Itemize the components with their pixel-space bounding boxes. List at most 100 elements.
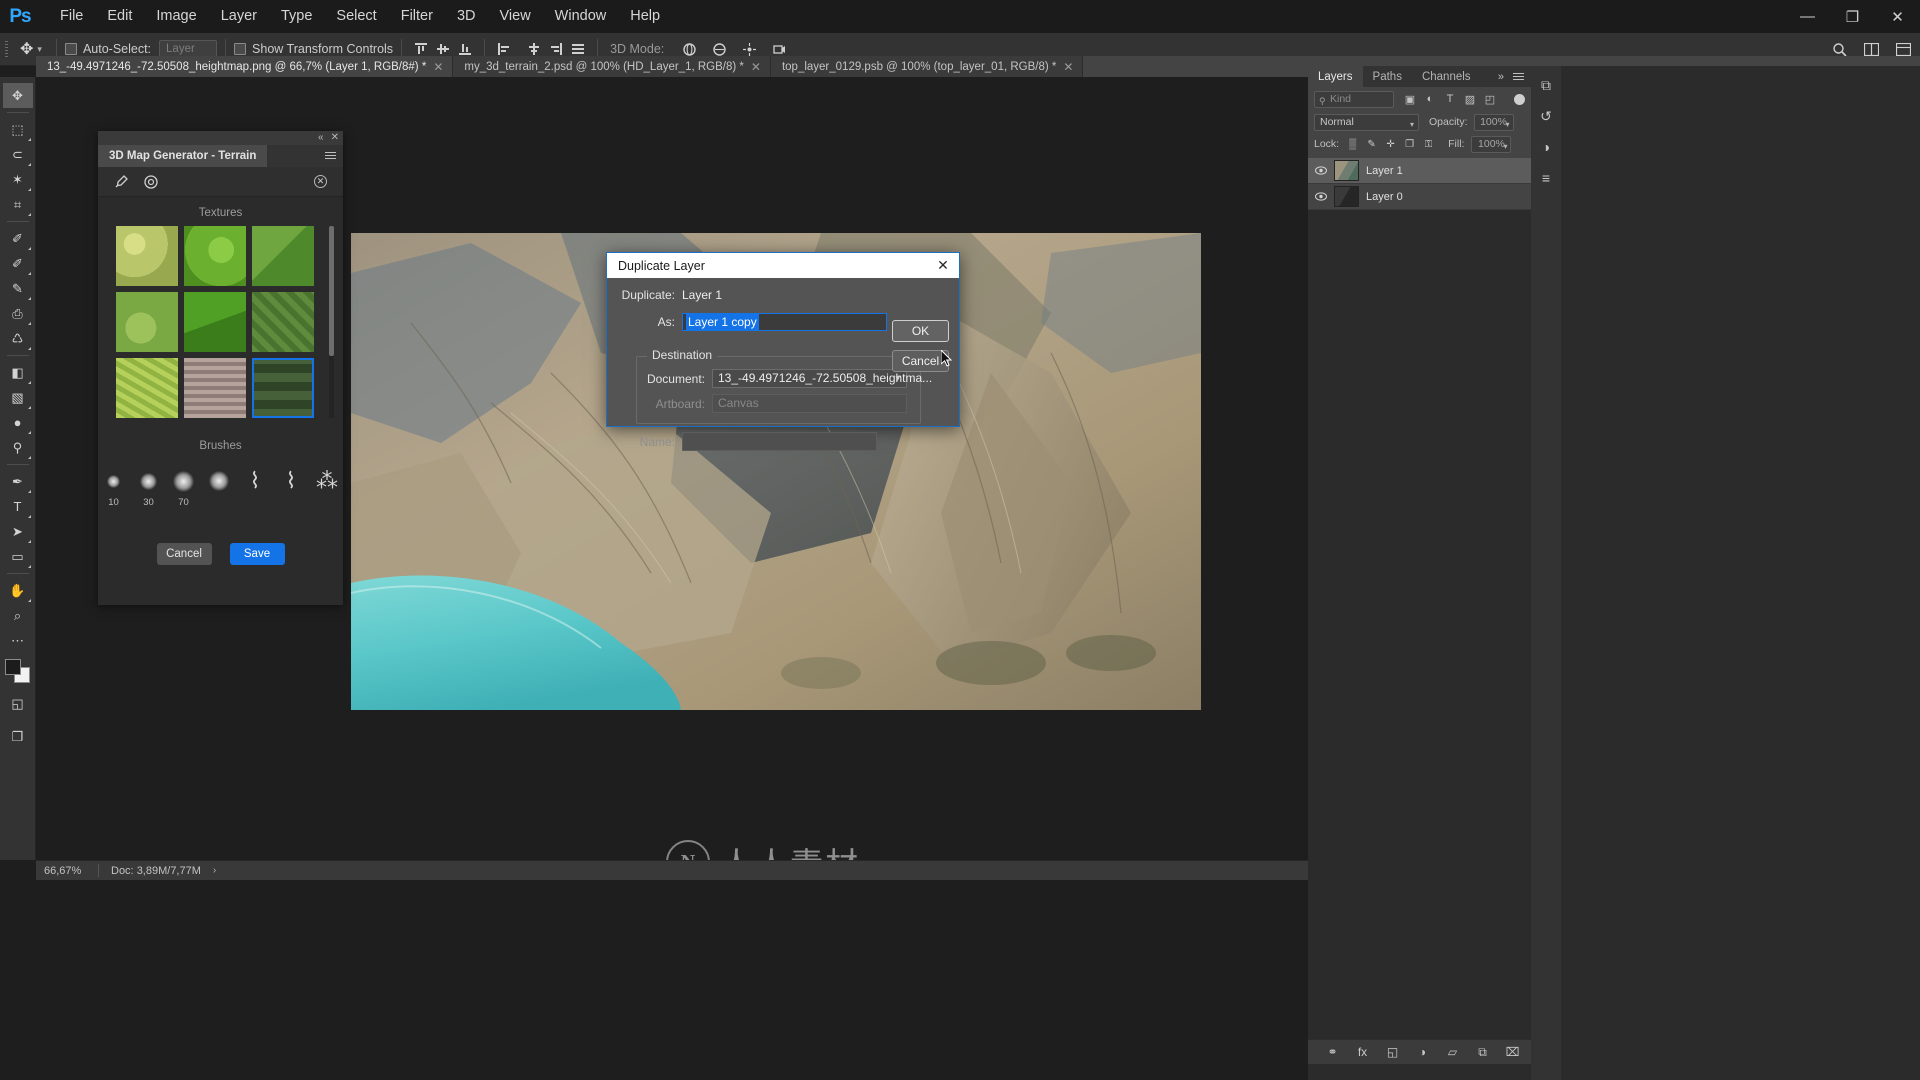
spot-healing-brush-tool[interactable]: ✐ — [3, 251, 33, 276]
eyedropper-icon[interactable] — [112, 173, 130, 191]
lasso-tool[interactable]: ⊂ — [3, 142, 33, 167]
brush-stroke-1[interactable]: ⌇ — [241, 467, 269, 495]
tab-paths[interactable]: Paths — [1363, 66, 1412, 87]
properties-panel-icon[interactable]: ≡ — [1535, 168, 1557, 188]
layers-panel-icon[interactable]: ⧉ — [1535, 75, 1557, 95]
screen-mode-icon[interactable]: ❐ — [3, 724, 33, 749]
filter-pixel-icon[interactable]: ▣ — [1403, 92, 1417, 106]
close-panel-icon[interactable]: ✕ — [331, 133, 339, 143]
link-layers-icon[interactable]: ⚭ — [1325, 1045, 1340, 1060]
menu-item-3d[interactable]: 3D — [445, 0, 488, 33]
menu-item-filter[interactable]: Filter — [389, 0, 445, 33]
document-dropdown[interactable]: 13_-49.4971246_-72.50508_heightma... ▾ — [712, 369, 932, 388]
filter-toggle-switch[interactable] — [1514, 93, 1525, 105]
show-transform-checkbox[interactable] — [234, 43, 247, 55]
dialog-title-bar[interactable]: Duplicate Layer ✕ — [607, 253, 959, 278]
panel-save-button[interactable]: Save — [229, 543, 285, 565]
filter-kind-dropdown[interactable]: ⚲ Kind — [1314, 90, 1394, 108]
tab-layers[interactable]: Layers — [1308, 66, 1363, 87]
menu-item-edit[interactable]: Edit — [95, 0, 144, 33]
close-tab-icon[interactable]: ✕ — [433, 61, 443, 73]
lock-transparent-pixels-icon[interactable]: ▒ — [1346, 138, 1359, 151]
eyedropper-tool[interactable]: ✐ — [3, 226, 33, 251]
auto-select-checkbox[interactable] — [64, 43, 77, 55]
name-field[interactable] — [682, 432, 877, 451]
menu-item-image[interactable]: Image — [144, 0, 208, 33]
panel-menu-icon[interactable] — [1513, 72, 1524, 81]
options-bar-grip[interactable] — [0, 33, 12, 66]
menu-item-view[interactable]: View — [488, 0, 543, 33]
filter-shape-icon[interactable]: ▨ — [1463, 92, 1477, 106]
rectangle-tool[interactable]: ▭ — [3, 544, 33, 569]
chevron-down-icon[interactable]: ▾ — [1503, 139, 1507, 154]
quick-selection-tool[interactable]: ✶ — [3, 167, 33, 192]
ok-button[interactable]: OK — [892, 320, 949, 342]
zoom-level[interactable]: 66,67% — [36, 865, 98, 877]
target-icon[interactable] — [142, 173, 160, 191]
chevron-down-icon[interactable]: ▾ — [1506, 117, 1510, 132]
textures-scrollbar[interactable] — [329, 226, 334, 418]
foreground-color-swatch[interactable] — [4, 659, 21, 675]
auto-select-group[interactable]: Auto-Select: — [64, 42, 151, 56]
menu-item-file[interactable]: File — [48, 0, 95, 33]
filter-smart-object-icon[interactable]: ◰ — [1483, 92, 1497, 106]
layer-style-icon[interactable]: fx — [1355, 1045, 1370, 1060]
move-tool[interactable]: ✥ — [2, 83, 33, 108]
hand-tool[interactable]: ✋ — [3, 578, 33, 603]
eye-visibility-icon[interactable] — [1314, 164, 1327, 177]
as-input[interactable]: Layer 1 copy — [682, 312, 887, 331]
brush-tool[interactable]: ✎ — [3, 276, 33, 301]
eraser-tool[interactable]: ◧ — [3, 360, 33, 385]
brush-size-30[interactable]: 30 — [135, 468, 162, 508]
brush-soft-round[interactable] — [205, 467, 233, 495]
path-selection-tool[interactable]: ➤ — [3, 519, 33, 544]
minimize-button[interactable]: — — [1785, 0, 1830, 33]
menu-item-type[interactable]: Type — [269, 0, 324, 33]
collapse-icon[interactable]: « — [318, 133, 324, 143]
texture-swatch-7[interactable] — [116, 358, 178, 418]
clone-stamp-tool[interactable]: ⎙ — [3, 301, 33, 326]
lock-all-icon[interactable]: ⚿ — [1422, 138, 1435, 151]
brush-stroke-2[interactable]: ⌇ — [277, 467, 305, 495]
document-tab-2[interactable]: top_layer_0129.psb @ 100% (top_layer_01,… — [770, 56, 1084, 77]
filter-type-icon[interactable]: T — [1443, 92, 1457, 106]
dialog-close-button[interactable]: ✕ — [927, 253, 959, 278]
adjustments-panel-icon[interactable]: ◑ — [1535, 137, 1557, 157]
texture-swatch-2[interactable] — [184, 226, 246, 286]
texture-swatch-1[interactable] — [116, 226, 178, 286]
panel-title-bar[interactable]: « ✕ — [98, 131, 343, 145]
show-transform-controls-group[interactable]: Show Transform Controls — [234, 42, 393, 56]
filter-adjustment-icon[interactable]: ◐ — [1423, 92, 1437, 106]
brush-scatter[interactable]: ⁂ — [313, 467, 341, 495]
texture-swatch-3[interactable] — [252, 226, 314, 286]
history-brush-tool[interactable]: ♺ — [3, 326, 33, 351]
blur-tool[interactable]: ● — [3, 410, 33, 435]
gradient-tool[interactable]: ▧ — [3, 385, 33, 410]
texture-swatch-5[interactable] — [184, 292, 246, 352]
chevron-down-icon[interactable]: ▾ — [37, 44, 42, 55]
delete-layer-icon[interactable]: ⌧ — [1505, 1045, 1520, 1060]
texture-swatch-8[interactable] — [184, 358, 246, 418]
brush-size-10[interactable]: 10 — [100, 468, 127, 508]
expand-panels-icon[interactable]: » — [1498, 71, 1504, 83]
blend-mode-dropdown[interactable]: Normal ▾ — [1314, 113, 1419, 131]
eye-visibility-icon[interactable] — [1314, 190, 1327, 203]
dodge-tool[interactable]: ⚲ — [3, 435, 33, 460]
status-expand-icon[interactable]: › — [213, 865, 216, 876]
type-tool[interactable]: T — [3, 494, 33, 519]
maximize-button[interactable]: ❐ — [1830, 0, 1875, 33]
menu-item-window[interactable]: Window — [543, 0, 619, 33]
lock-position-icon[interactable]: ✛ — [1384, 138, 1397, 151]
brush-size-70[interactable]: 70 — [170, 468, 197, 508]
menu-item-help[interactable]: Help — [618, 0, 672, 33]
rectangular-marquee-tool[interactable]: ⬚ — [3, 117, 33, 142]
fill-value-input[interactable]: 100% ▾ — [1471, 135, 1512, 154]
layer-row[interactable]: Layer 0 — [1308, 184, 1531, 210]
layer-mask-icon[interactable]: ◱ — [1385, 1045, 1400, 1060]
close-tab-icon[interactable]: ✕ — [1063, 61, 1073, 73]
panel-menu-button[interactable] — [325, 145, 343, 167]
new-layer-icon[interactable]: ⧉ — [1475, 1045, 1490, 1060]
reset-icon[interactable]: ✕ — [314, 175, 327, 188]
color-swatches[interactable] — [4, 659, 31, 683]
new-group-icon[interactable]: ▱ — [1445, 1045, 1460, 1060]
